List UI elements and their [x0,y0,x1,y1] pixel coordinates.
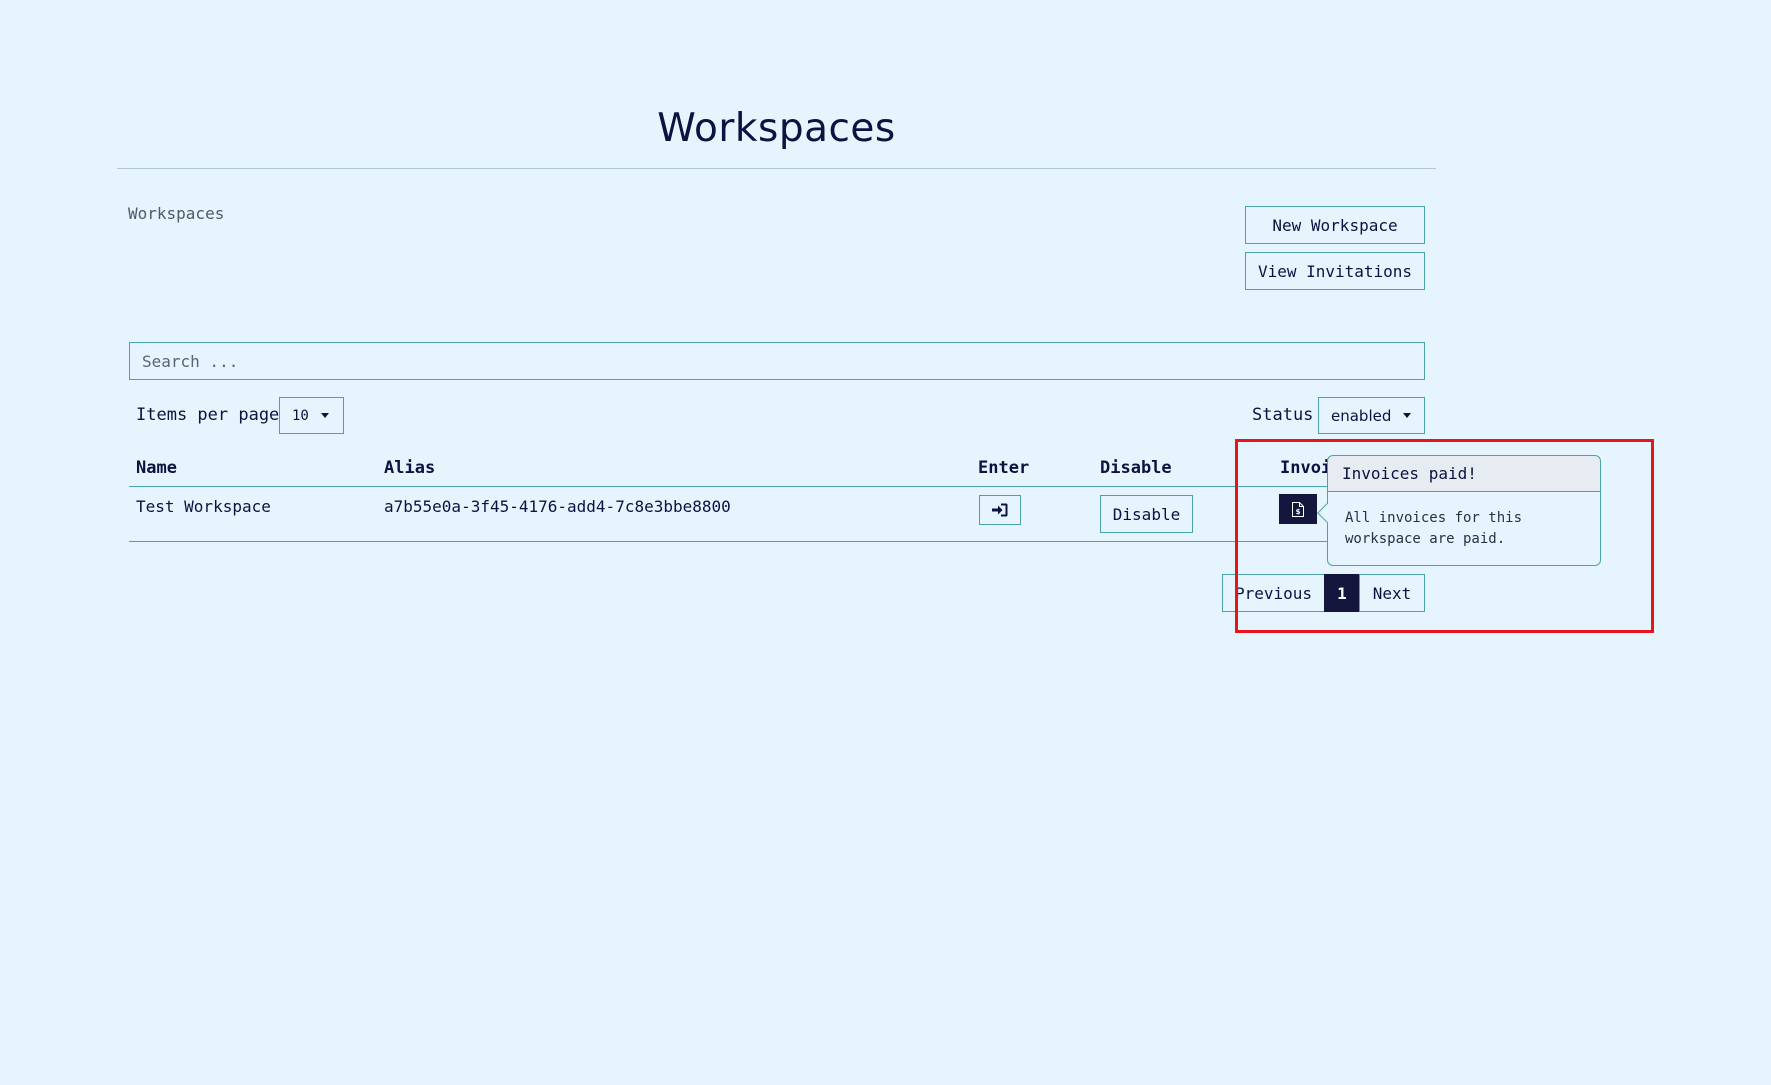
pagination-page-1[interactable]: 1 [1324,574,1360,612]
column-header-alias: Alias [384,458,436,478]
workspace-alias: a7b55e0a-3f45-4176-add4-7c8e3bbe8800 [384,497,731,516]
column-header-disable: Disable [1100,458,1172,478]
enter-workspace-button[interactable] [979,495,1021,525]
invoices-button[interactable]: $ [1279,494,1317,524]
breadcrumb: Workspaces [128,204,225,223]
table-header-divider [129,486,1329,487]
column-header-enter: Enter [978,458,1030,478]
caret-down-icon [320,413,329,418]
view-invitations-button[interactable]: View Invitations [1245,252,1425,290]
items-per-page-value: 10 [292,407,309,424]
status-dropdown[interactable]: enabled [1318,397,1425,434]
items-per-page-label: Items per page [136,405,280,425]
status-label: Status [1252,405,1314,425]
column-header-name: Name [136,458,177,478]
column-header-invoices: Invoices [1280,458,1328,478]
disable-workspace-button[interactable]: Disable [1100,495,1193,533]
popover-title: Invoices paid! [1328,456,1600,492]
pagination-previous[interactable]: Previous [1222,574,1325,612]
invoices-paid-popover: Invoices paid! All invoices for this wor… [1317,455,1601,566]
caret-down-icon [1403,413,1412,418]
search-input[interactable] [129,342,1425,380]
table-row-divider [129,541,1329,542]
new-workspace-button[interactable]: New Workspace [1245,206,1425,244]
status-value: enabled [1331,406,1392,425]
title-divider [117,168,1436,169]
sign-in-icon [992,503,1008,517]
popover-body: All invoices for this workspace are paid… [1345,510,1523,547]
invoice-dollar-icon: $ [1292,501,1304,517]
svg-text:$: $ [1296,508,1301,516]
workspace-name: Test Workspace [136,497,271,516]
page-title: Workspaces [657,106,896,151]
items-per-page-dropdown[interactable]: 10 [279,397,344,434]
pagination-next[interactable]: Next [1359,574,1425,612]
